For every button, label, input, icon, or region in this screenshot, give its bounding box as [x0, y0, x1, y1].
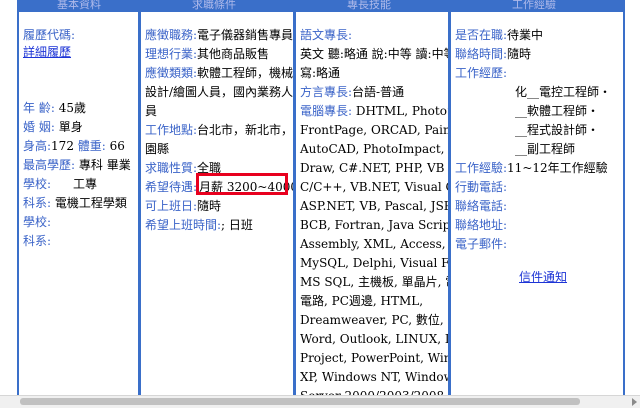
language-value-2: 寫:略通: [300, 66, 341, 80]
ideal-industry-value: 其他商品販售: [197, 47, 270, 61]
marital-label: 婚 姻:: [23, 120, 55, 134]
start-date-value: 隨時: [197, 199, 222, 213]
job-nature-label: 求職性質:: [145, 161, 198, 175]
dept-label: 科系:: [23, 196, 52, 210]
work-place-value-2: 園縣: [145, 142, 170, 156]
resume-table: 基本資料 求職條件 專長技能 工作經驗 履歷代碼: 詳細履歷 年 齡: 45歲 …: [17, 0, 625, 407]
dept-value: 電機工程學類: [54, 196, 127, 210]
header-basic: 基本資料: [57, 0, 101, 11]
education-value: 專科 畢業: [78, 158, 131, 172]
email-label: 電子郵件:: [455, 237, 508, 251]
height-value: 172: [51, 139, 74, 153]
computer-skill-line: C/C++, VB.NET, Visual C++,: [300, 180, 448, 194]
weight-label: 體重:: [77, 139, 106, 153]
work-history-item: __副工程師: [515, 142, 576, 156]
experience-years-value: 11~12年工作經驗: [507, 161, 608, 175]
mobile-label: 行動電話:: [455, 180, 508, 194]
apply-category-value-1: 軟體工程師，機械: [197, 66, 293, 80]
employment-status-value: 待業中: [507, 28, 544, 42]
work-hours-value: ; 日班: [221, 218, 253, 232]
phone-label: 聯絡電話:: [455, 199, 508, 213]
dept2-label: 科系:: [23, 234, 52, 248]
computer-skill-line: DHTML, PhotoShop,: [355, 104, 448, 118]
weight-value: 66: [109, 139, 125, 153]
apply-category-label: 應徵類類:: [145, 66, 198, 80]
apply-job-value: 電子儀器銷售專員: [197, 28, 293, 42]
header-experience: 工作經驗: [512, 0, 556, 11]
expected-pay-label: 希望待遇:: [145, 180, 198, 194]
horizontal-scrollbar[interactable]: [0, 395, 640, 408]
work-history-label: 工作經歷:: [455, 66, 508, 80]
apply-category-value-2: 設計/繪圖人員，國內業務人: [145, 85, 293, 99]
work-place-label: 工作地點:: [145, 123, 198, 137]
work-place-value-1: 台北市，新北市，桃: [197, 123, 293, 137]
computer-skill-line: MySQL, Delphi, Visual Faxpro,: [300, 256, 448, 270]
scroll-right-arrow-icon[interactable]: [632, 398, 637, 406]
height-label: 身高:: [23, 139, 52, 153]
ideal-industry-label: 理想行業:: [145, 47, 198, 61]
apply-job-label: 應徵職務:: [145, 28, 198, 42]
work-history-item: __軟體工程師‧: [515, 104, 600, 118]
computer-skill-line: MS SQL, 主機板, 單晶片, 電子: [300, 275, 448, 289]
computer-skill-line: Dreamweaver, PC, 數位, Excel,: [300, 313, 448, 327]
computer-skills-label: 電腦專長:: [300, 104, 353, 118]
scrollbar-thumb[interactable]: [20, 398, 580, 405]
work-hours-label: 希望上班時間:: [145, 218, 222, 232]
detail-resume-link[interactable]: 詳細履歷: [23, 45, 71, 59]
apply-category-value-3: 員: [145, 104, 158, 118]
dialect-value: 台語-普通: [352, 85, 405, 99]
experience-column: 是否在職:待業中 聯絡時間:隨時 工作經歷: 化__電控工程師‧ __軟體工程師…: [451, 12, 623, 407]
computer-skill-line: Draw, C#.NET, PHP, VB Script,: [300, 161, 448, 175]
language-value-1: 英文 聽:略通 說:中等 讀:中等: [300, 47, 448, 61]
computer-skill-line: BCB, Fortran, Java Script, ASP,: [300, 218, 448, 232]
age-label: 年 齡:: [23, 101, 55, 115]
work-history-item: __程式設計師‧: [515, 123, 600, 137]
header-strip: 基本資料 求職條件 專長技能 工作經驗: [17, 0, 625, 12]
work-history-item: 化__電控工程師‧: [515, 85, 612, 99]
basic-info-column: 履歷代碼: 詳細履歷 年 齡: 45歲 婚 姻: 單身 身高:172 體重: 6…: [19, 12, 138, 407]
salary-highlight-box: [196, 173, 288, 195]
school2-label: 學校:: [23, 215, 52, 229]
education-label: 最高學歷:: [23, 158, 76, 172]
skills-column: 語文專長: 英文 聽:略通 說:中等 讀:中等 寫:略通 方言專長:台語-普通 …: [296, 12, 448, 407]
resume-code-label: 履歷代碼:: [23, 28, 76, 42]
computer-skill-line: AutoCAD, PhotoImpact, Corel: [300, 142, 448, 156]
contact-time-value: 隨時: [507, 47, 532, 61]
computer-skill-line: Project, PowerPoint, Windows: [300, 351, 448, 365]
computer-skill-line: ASP.NET, VB, Pascal, JSP,: [300, 199, 448, 213]
header-conditions: 求職條件: [192, 0, 236, 11]
dialect-label: 方言專長:: [300, 85, 353, 99]
computer-skill-line: 電路, PC週邊, HTML,: [300, 294, 424, 308]
header-skills: 專長技能: [347, 0, 391, 11]
contact-time-label: 聯絡時間:: [455, 47, 508, 61]
address-label: 聯絡地址:: [455, 218, 508, 232]
language-label: 語文專長:: [300, 28, 353, 42]
start-date-label: 可上班日:: [145, 199, 198, 213]
marital-value: 單身: [58, 120, 83, 134]
computer-skill-line: Assembly, XML, Access,: [300, 237, 446, 251]
job-conditions-column: 應徵職務:電子儀器銷售專員 理想行業:其他商品販售 應徵類類:軟體工程師，機械 …: [141, 12, 293, 407]
school-label: 學校:: [23, 177, 52, 191]
school-value: 工專: [73, 177, 98, 191]
computer-skill-line: Word, Outlook, LINUX, DOS,: [300, 332, 448, 346]
email-notify-link[interactable]: 信件通知: [519, 270, 567, 284]
experience-years-label: 工作經驗:: [455, 161, 508, 175]
employment-status-label: 是否在職:: [455, 28, 508, 42]
age-value: 45歲: [58, 101, 86, 115]
computer-skill-line: XP, Windows NT, Windows: [300, 370, 448, 384]
computer-skill-line: FrontPage, ORCAD, Painter,: [300, 123, 448, 137]
